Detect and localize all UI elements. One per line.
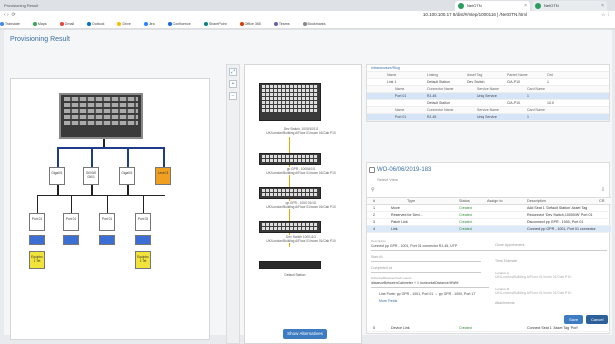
url-text[interactable]: 10.100.100.17 8/dist/#/ntep/1000116 | /N… — [423, 12, 527, 17]
browser-tab[interactable]: NetOTN × — [532, 1, 607, 11]
tab-label: NetOTN — [467, 3, 482, 8]
table-header: Name Connector Name Service Name Card Na… — [367, 86, 609, 93]
bookmark-item[interactable]: Outlook — [87, 22, 110, 27]
port-node[interactable]: Port 02 — [135, 213, 151, 231]
work-order-icon — [369, 167, 375, 173]
switch-label: Dev Switch 10/01/1G UK/London/Building A… — [251, 235, 351, 243]
port-node[interactable]: Port 01 — [99, 213, 115, 231]
node-box-highlight[interactable]: Level 3 — [155, 167, 171, 185]
description-field[interactable]: Connect pp GPR - 1001, Port 01 connector… — [371, 243, 607, 251]
diagram-toolbar: ⤢ + − — [226, 64, 240, 344]
bookmark-item[interactable]: SharePoint — [203, 22, 233, 27]
switch-device[interactable] — [259, 83, 321, 121]
close-tab-icon[interactable]: × — [601, 1, 604, 11]
station-label: Default Station — [265, 273, 325, 277]
device-node[interactable] — [99, 235, 115, 245]
location-a-value: UK/London/Building A/Floor 01/room 01/Ca… — [495, 275, 572, 279]
node-box[interactable]: Gi0/0/0 Gi0/1 — [83, 167, 99, 185]
port-node[interactable]: Port 01 — [29, 213, 45, 231]
expand-icon[interactable]: ⤢ — [229, 68, 237, 76]
switch-device[interactable] — [259, 221, 321, 233]
table-header: Name Linking Asset Tag Parent Name Ord — [367, 72, 609, 79]
work-order-row-selected[interactable]: 4 Link Created Connect pp GPR - 1001, Po… — [367, 226, 611, 233]
save-button[interactable]: Save — [564, 315, 584, 324]
table-row[interactable]: Default Station CiA-P10 10.0 — [367, 100, 609, 107]
app-favicon-icon — [535, 3, 541, 9]
zoom-out-icon[interactable]: − — [229, 92, 237, 100]
distance-field[interactable]: distanceBetweenCabmeter + 1 horizontalDi… — [371, 280, 489, 288]
patch-panel[interactable] — [259, 187, 321, 199]
work-order-row[interactable]: 1 Move Created Add Seat 1 'Default Stati… — [367, 205, 611, 212]
browser-tab-inactive[interactable]: Provisioning Result — [4, 1, 38, 10]
bookmark-item[interactable]: Teams — [273, 22, 296, 27]
patch-panel-label: pp GPR - 1000A/1G UK/London/Building A/F… — [251, 167, 351, 175]
equipment-node[interactable]: Equiptrc 1 Tet — [135, 251, 151, 269]
attachments-label: Attachments — [495, 301, 515, 305]
server-image — [59, 93, 143, 139]
rack-view: Dev Switch, 1000/10/1G UK/London/Buildin… — [244, 64, 362, 344]
bookmark-item[interactable]: Drive — [117, 22, 136, 27]
work-order-title: WO-06/06/2019-183 — [377, 167, 432, 173]
node-box[interactable]: Giga0/1 — [119, 167, 135, 185]
modal-title: Provisioning Result — [10, 36, 70, 43]
location-b-value: UK/London/Building A/Floor 01/room 01/Ca… — [495, 291, 572, 295]
equipment-node[interactable]: Equiptrc 1 Tet — [29, 251, 45, 269]
close-tab-icon[interactable]: × — [524, 1, 527, 11]
device-node[interactable] — [29, 235, 45, 245]
table-row-selected[interactable]: Port 01 RJ-45 Uniq Service 1 — [367, 114, 609, 121]
zoom-in-icon[interactable]: + — [229, 80, 237, 88]
switch-label: Dev Switch, 1000/10/1G UK/London/Buildin… — [251, 127, 351, 135]
bookmarks-bar: Translate Maps Gmail Outlook Drive Jira … — [0, 20, 615, 29]
address-bar[interactable]: ‹ › ⟳ 10.100.100.17 8/dist/#/ntep/100011… — [0, 11, 615, 20]
work-order-table-header: # Type Status Assign to Description CR — [367, 197, 611, 205]
browser-chrome: Provisioning Result NetOTN × NetOTN × ‹ … — [0, 0, 615, 30]
station-device[interactable] — [259, 261, 321, 269]
close-appointment-label: Close Appointment — [495, 243, 525, 247]
work-order-row[interactable]: 2 Reserved for Devi... Created Reconnect… — [367, 212, 611, 219]
tab-label: NetOTN — [544, 3, 559, 8]
provisioning-modal: Provisioning Result Giga0/1 Gi0/0/0 Gi0/… — [4, 30, 612, 344]
patch-panel[interactable] — [259, 153, 321, 165]
select-view-link[interactable]: Select View — [377, 177, 398, 182]
more-fields-link[interactable]: More Fields — [379, 299, 607, 303]
table-row-selected[interactable]: Port 01 RJ-45 Uniq Service 1 — [367, 93, 609, 100]
cancel-button[interactable]: Cancel — [586, 315, 609, 324]
bookmark-item[interactable]: Confluence — [167, 22, 197, 27]
toolbar-icons[interactable]: ☆ ⋮ — [601, 12, 611, 18]
nav-icons[interactable]: ‹ › ⟳ — [4, 12, 16, 18]
work-order-row[interactable]: 5 Device Link Created Connect Seat 1 'As… — [367, 325, 611, 332]
table-header: Name Connector Name Service Name Card Na… — [367, 107, 609, 114]
bookmark-item[interactable]: Bookmarks — [302, 22, 332, 27]
section-title: Infrastructure/Ring — [367, 65, 609, 72]
topology-diagram: Giga0/1 Gi0/0/0 Gi0/1 Giga0/1 Level 3 Po… — [10, 78, 210, 340]
device-node[interactable] — [63, 235, 79, 245]
bookmark-item[interactable]: Translate — [0, 22, 26, 27]
bookmark-item[interactable]: Office 365 — [239, 22, 267, 27]
tab-bar: Provisioning Result NetOTN × NetOTN × — [0, 0, 615, 11]
show-alternatives-button[interactable]: Show Alternatives — [283, 329, 327, 339]
node-box[interactable]: Giga0/1 — [49, 167, 65, 185]
work-order-panel: WO-06/06/2019-183 Select View ⚲ ⇩ # Type… — [366, 162, 611, 334]
completed-at-field[interactable]: Completed at — [371, 265, 481, 273]
patch-panel-label: pp GPR - 1000 01/1G UK/London/Building A… — [251, 201, 351, 209]
bookmark-item[interactable]: Jira — [143, 22, 161, 27]
time-estimate-field[interactable]: Time Estimate — [495, 259, 517, 263]
bookmark-item[interactable]: Maps — [32, 22, 53, 27]
infrastructure-table: Infrastructure/Ring Name Linking Asset T… — [366, 64, 610, 122]
port-node[interactable]: Port 01 — [63, 213, 79, 231]
details-panel: Infrastructure/Ring Name Linking Asset T… — [366, 64, 611, 334]
start-at-field[interactable]: Start At — [371, 254, 481, 262]
download-icon[interactable]: ⇩ — [601, 187, 605, 193]
browser-tab-active[interactable]: NetOTN × — [455, 1, 530, 11]
table-row[interactable]: Link 1 Default Station Dev Switch CiA-P1… — [367, 79, 609, 86]
device-node[interactable] — [135, 235, 151, 245]
bookmark-item[interactable]: Gmail — [59, 22, 80, 27]
app-favicon-icon — [458, 3, 464, 9]
work-order-detail: Description Connect pp GPR - 1001, Port … — [371, 239, 607, 305]
work-order-row[interactable]: 3 Patch Link Created Disconnect pp GPR -… — [367, 219, 611, 226]
filter-icon[interactable]: ⚲ — [371, 187, 375, 193]
